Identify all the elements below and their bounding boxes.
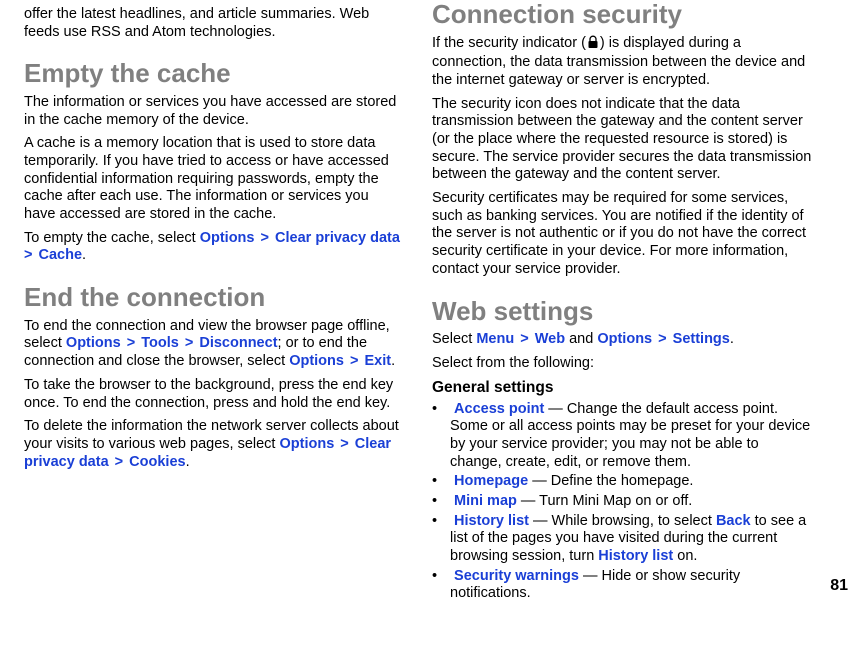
general-settings-list: Access point — Change the default access… [432, 401, 812, 604]
setting-mini-map: Mini map [454, 493, 517, 509]
page-number: 81 [830, 577, 848, 595]
right-column: Connection security If the security indi… [418, 0, 812, 651]
conn-paragraph-1: If the security indicator () is displaye… [432, 35, 812, 90]
heading-connection-security: Connection security [432, 0, 812, 29]
left-column: offer the latest headlines, and article … [24, 0, 418, 651]
link-options: Options [200, 230, 255, 246]
list-item-mini-map: Mini map — Turn Mini Map on or off. [432, 493, 812, 511]
web-paragraph-2: Select from the following: [432, 355, 812, 373]
link-clear-privacy-data: Clear privacy data [275, 230, 400, 246]
link-settings: Settings [673, 331, 730, 347]
list-item-security-warnings: Security warnings — Hide or show securit… [432, 568, 812, 603]
end-paragraph-1: To end the connection and view the brows… [24, 318, 404, 371]
end-paragraph-3: To delete the information the network se… [24, 418, 404, 471]
link-history-list: History list [598, 548, 673, 564]
setting-history-list: History list [454, 513, 529, 529]
link-options: Options [289, 353, 344, 369]
conn-paragraph-2: The security icon does not indicate that… [432, 96, 812, 184]
list-item-access-point: Access point — Change the default access… [432, 401, 812, 472]
link-back: Back [716, 513, 751, 529]
link-options: Options [597, 331, 652, 347]
link-tools: Tools [141, 335, 179, 351]
setting-security-warnings: Security warnings [454, 568, 579, 584]
end-paragraph-2: To take the browser to the background, p… [24, 377, 404, 412]
link-disconnect: Disconnect [199, 335, 277, 351]
link-exit: Exit [365, 353, 392, 369]
setting-access-point: Access point [454, 401, 544, 417]
cache-paragraph-2: A cache is a memory location that is use… [24, 135, 404, 223]
setting-homepage: Homepage [454, 473, 528, 489]
link-options: Options [66, 335, 121, 351]
list-item-homepage: Homepage — Define the homepage. [432, 473, 812, 491]
heading-end-connection: End the connection [24, 283, 404, 312]
link-cache: Cache [39, 247, 83, 263]
link-menu: Menu [476, 331, 514, 347]
web-paragraph-1: Select Menu > Web and Options > Settings… [432, 331, 812, 349]
heading-empty-cache: Empty the cache [24, 59, 404, 88]
list-item-history-list: History list — While browsing, to select… [432, 513, 812, 566]
link-cookies: Cookies [129, 454, 185, 470]
subheading-general-settings: General settings [432, 379, 812, 397]
heading-web-settings: Web settings [432, 297, 812, 326]
lock-icon [586, 35, 600, 55]
intro-fragment: offer the latest headlines, and article … [24, 6, 404, 41]
cache-paragraph-3: To empty the cache, select Options > Cle… [24, 230, 404, 265]
conn-paragraph-3: Security certificates may be required fo… [432, 190, 812, 278]
manual-page: offer the latest headlines, and article … [0, 0, 856, 651]
cache-paragraph-1: The information or services you have acc… [24, 94, 404, 129]
link-options: Options [279, 436, 334, 452]
link-web: Web [535, 331, 565, 347]
